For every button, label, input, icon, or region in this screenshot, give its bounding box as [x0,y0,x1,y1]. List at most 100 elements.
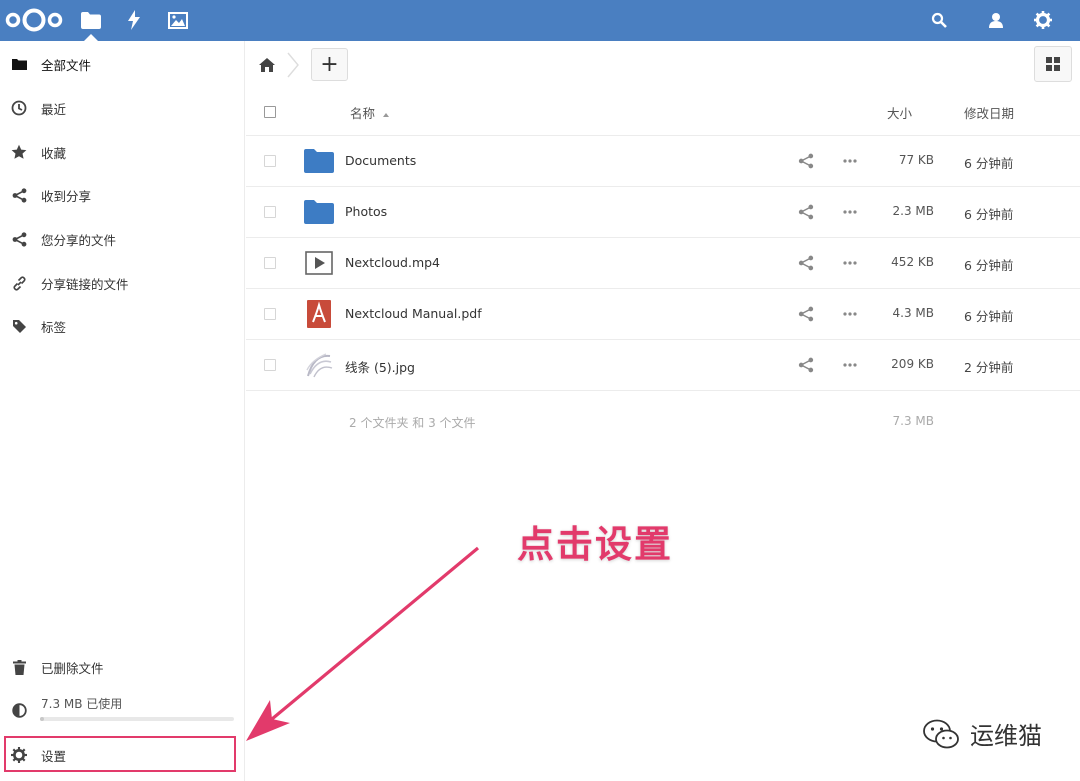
folder-icon [10,55,28,73]
summary-size: 7.3 MB [892,414,934,428]
summary-count: 2 个文件夹 和 3 个文件 [349,416,476,430]
activity-icon[interactable] [122,8,146,32]
more-actions-icon[interactable] [842,306,858,322]
share-icon[interactable] [798,306,814,322]
folder-icon [304,146,334,176]
file-size: 209 KB [891,357,934,371]
row-checkbox[interactable] [264,359,276,371]
image-thumbnail-icon [304,350,334,380]
sidebar-item-recent[interactable]: 最近 [0,88,245,128]
file-name[interactable]: Photos [345,204,387,219]
watermark-text: 运维猫 [970,722,1042,750]
wechat-logo-icon [923,719,959,748]
file-size: 2.3 MB [892,204,934,218]
share-icon [10,186,28,204]
file-name[interactable]: Nextcloud Manual.pdf [345,306,482,321]
sidebar-item-label: 分享链接的文件 [41,276,129,292]
file-summary: 2 个文件夹 和 3 个文件 7.3 MB [246,391,1080,451]
table-row[interactable]: Nextcloud Manual.pdf 4.3 MB 6 分钟前 [246,289,1080,340]
file-name[interactable]: Nextcloud.mp4 [345,255,440,270]
file-name[interactable]: 线条 (5).jpg [345,357,415,376]
sidebar-quota: 7.3 MB 已使用 [0,691,245,731]
sidebar-item-shared-with-you[interactable]: 收到分享 [0,175,245,215]
controls-bar: + [246,41,1080,89]
trash-icon [10,658,28,676]
sidebar-item-label: 您分享的文件 [41,232,117,248]
row-checkbox[interactable] [264,308,276,320]
video-file-icon [304,248,334,278]
contacts-icon[interactable] [984,9,1006,31]
sidebar-item-all-files[interactable]: 全部文件 [0,44,245,84]
star-icon [10,143,28,161]
quota-bar-fill [40,717,44,721]
file-modified: 2 分钟前 [964,360,1014,375]
sidebar-item-shared-by-link[interactable]: 分享链接的文件 [0,263,245,303]
column-header-size[interactable]: 大小 [887,103,912,122]
watermark: 运维猫 [922,716,1042,751]
search-icon[interactable] [928,9,950,31]
more-actions-icon[interactable] [842,357,858,373]
top-header [0,0,1080,41]
sidebar-item-shared-with-others[interactable]: 您分享的文件 [0,219,245,259]
active-app-caret [84,34,98,41]
tag-icon [10,317,28,335]
link-icon [10,274,28,292]
row-checkbox[interactable] [264,155,276,167]
file-modified: 6 分钟前 [964,207,1014,222]
share-icon [10,230,28,248]
row-checkbox[interactable] [264,206,276,218]
sort-asc-icon [383,112,390,117]
settings-highlight-box [4,736,236,772]
sidebar-item-favorites[interactable]: 收藏 [0,132,245,172]
column-header-name[interactable]: 名称 [350,103,390,122]
new-file-button[interactable]: + [311,48,348,81]
sidebar-item-label: 收到分享 [41,188,92,204]
sidebar-item-label: 标签 [41,319,67,335]
gallery-icon[interactable] [166,8,190,32]
file-size: 4.3 MB [892,306,934,320]
sidebar-item-label: 已删除文件 [41,660,104,676]
column-header-modified[interactable]: 修改日期 [964,103,1014,122]
nextcloud-logo[interactable] [4,7,64,33]
settings-icon[interactable] [1032,9,1054,31]
share-icon[interactable] [798,204,814,220]
sidebar-item-deleted-files[interactable]: 已删除文件 [0,647,245,687]
quota-pie-icon [10,701,28,719]
sidebar-item-label: 最近 [41,101,67,117]
pdf-file-icon [304,299,334,329]
file-size: 452 KB [891,255,934,269]
share-icon[interactable] [798,153,814,169]
file-size: 77 KB [898,153,934,167]
more-actions-icon[interactable] [842,204,858,220]
file-modified: 6 分钟前 [964,309,1014,324]
files-app-folder-icon[interactable] [79,8,103,32]
more-actions-icon[interactable] [842,255,858,271]
app-navigation: 全部文件 最近 收藏 收到分享 您分享的文件 分享链接的文件 标签 已删除文件 … [0,41,245,781]
sidebar-item-label: 全部文件 [41,57,92,73]
sidebar-item-label: 收藏 [41,145,67,161]
grid-view-toggle-icon[interactable] [1034,46,1072,82]
column-header-name-label: 名称 [350,106,376,121]
table-row[interactable]: Photos 2.3 MB 6 分钟前 [246,187,1080,238]
table-row[interactable]: Documents 77 KB 6 分钟前 [246,136,1080,187]
breadcrumb-home-icon[interactable] [256,55,278,75]
file-modified: 6 分钟前 [964,258,1014,273]
table-row[interactable]: Nextcloud.mp4 452 KB 6 分钟前 [246,238,1080,289]
share-icon[interactable] [798,357,814,373]
file-modified: 6 分钟前 [964,156,1014,171]
table-row[interactable]: 线条 (5).jpg 209 KB 2 分钟前 [246,340,1080,391]
row-checkbox[interactable] [264,257,276,269]
annotation-text: 点击设置 [517,523,673,566]
quota-text: 7.3 MB 已使用 [41,697,123,711]
breadcrumb-separator [287,52,299,78]
select-all-checkbox[interactable] [264,106,276,118]
file-name[interactable]: Documents [345,153,416,168]
more-actions-icon[interactable] [842,153,858,169]
share-icon[interactable] [798,255,814,271]
file-list-table: 名称 大小 修改日期 Documents 77 KB 6 分钟前 Photos … [246,89,1080,451]
folder-icon [304,197,334,227]
quota-bar [40,717,234,721]
sidebar-item-tags[interactable]: 标签 [0,306,245,346]
clock-icon [10,99,28,117]
table-header: 名称 大小 修改日期 [246,89,1080,136]
